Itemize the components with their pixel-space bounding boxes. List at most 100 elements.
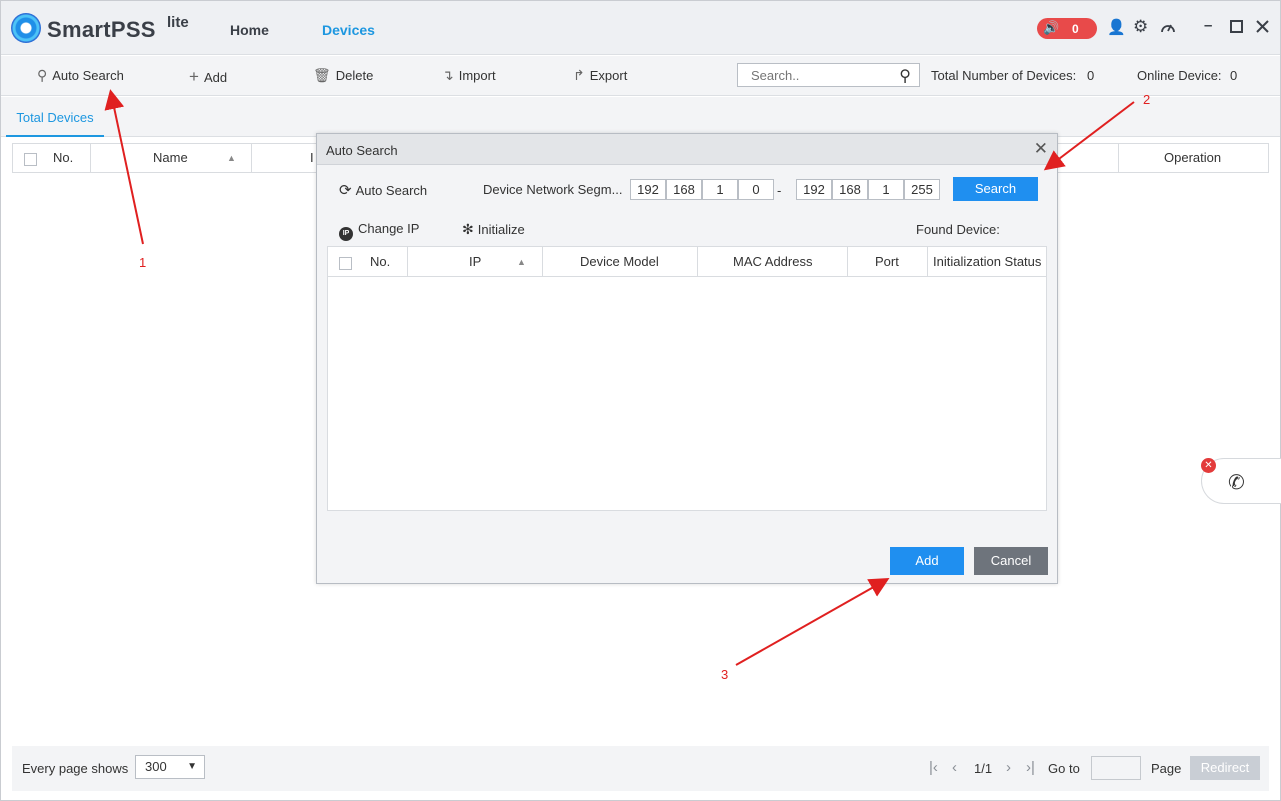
auto-search-button[interactable]: ⚲ Auto Search (37, 67, 124, 84)
found-sort-icon[interactable]: ▲ (517, 247, 526, 277)
tab-bar: Total Devices (1, 97, 1280, 137)
add-label: Add (203, 70, 228, 85)
minimize-icon[interactable]: – (1204, 18, 1212, 34)
redirect-button[interactable]: Redirect (1190, 756, 1260, 780)
found-column-mac[interactable]: MAC Address (733, 247, 812, 277)
first-page-icon[interactable]: |‹ (929, 759, 938, 776)
goto-page-input[interactable] (1091, 756, 1141, 780)
page-size-value: 300 (145, 759, 167, 774)
app-window: SmartPSS lite Home Devices 🔊 0 👤 ⚙ – ⚲ Au… (0, 0, 1281, 801)
start-ip-octet-1[interactable]: 192 (630, 179, 666, 200)
column-no[interactable]: No. (53, 144, 73, 172)
found-column-no[interactable]: No. (370, 247, 390, 277)
pagination-footer: Every page shows 300 ▼ |‹ ‹ 1/1 › ›| Go … (12, 746, 1269, 791)
alarm-badge[interactable]: 🔊 0 (1037, 18, 1097, 39)
search-button[interactable]: Search (953, 177, 1038, 201)
close-window-icon[interactable] (1256, 20, 1269, 37)
export-icon: ↱ (573, 67, 585, 83)
user-icon[interactable]: 👤 (1107, 20, 1126, 36)
close-widget-icon[interactable]: ✕ (1201, 458, 1216, 473)
ip-icon: IP (339, 227, 353, 241)
total-devices-value: 0 (1087, 68, 1095, 83)
import-icon: ↴ (442, 67, 454, 83)
auto-search-label: Auto Search (52, 68, 124, 83)
dialog-cancel-button[interactable]: Cancel (974, 547, 1048, 575)
export-label: Export (589, 68, 628, 83)
toolbar: ⚲ Auto Search + Add 🗑 Delete ↴ Import ↱ Expor… (1, 56, 1280, 96)
column-name[interactable]: Name (153, 144, 188, 172)
brand-edition: lite (167, 14, 189, 31)
page-size-select[interactable]: 300 ▼ (135, 755, 205, 779)
found-column-port[interactable]: Port (875, 247, 899, 277)
import-label: Import (458, 68, 496, 83)
search-icon: ⚲ (37, 67, 48, 83)
end-ip-octet-2[interactable]: 168 (832, 179, 868, 200)
sort-asc-icon[interactable]: ▲ (227, 144, 236, 172)
start-ip-octet-2[interactable]: 168 (666, 179, 702, 200)
column-operation: Operation (1164, 150, 1222, 165)
annotation-arrow-3 (735, 578, 890, 666)
next-page-icon[interactable]: › (1006, 759, 1011, 776)
add-button[interactable]: + Add (189, 67, 227, 87)
segment-label: Device Network Segm... (483, 182, 623, 197)
dropdown-arrow-icon: ▼ (187, 761, 197, 772)
change-ip-label: Change IP (358, 221, 420, 236)
online-devices-value: 0 (1230, 68, 1238, 83)
dialog-close-icon[interactable]: ✕ (1034, 139, 1048, 159)
device-search-box[interactable]: ⚲ (737, 63, 920, 87)
dialog-auto-search-button[interactable]: ⟳ Auto Search (339, 181, 427, 199)
title-bar: SmartPSS lite Home Devices 🔊 0 👤 ⚙ – (1, 1, 1280, 55)
page-label: Page (1151, 761, 1182, 776)
annotation-label-1: 1 (139, 255, 147, 270)
magnifier-icon[interactable]: ⚲ (899, 66, 911, 86)
end-ip-octet-4[interactable]: 255 (904, 179, 940, 200)
delete-button[interactable]: 🗑 Delete (313, 67, 373, 84)
dialog-title-bar: Auto Search ✕ (317, 134, 1057, 165)
found-device-label: Found Device: (916, 222, 1000, 237)
nav-devices[interactable]: Devices (322, 22, 375, 38)
last-page-icon[interactable]: ›| (1026, 759, 1035, 776)
alarm-count: 0 (1072, 22, 1079, 36)
delete-label: Delete (335, 68, 374, 83)
start-ip-octet-3[interactable]: 1 (702, 179, 738, 200)
prev-page-icon[interactable]: ‹ (952, 759, 957, 776)
auto-search-dialog: Auto Search ✕ ⟳ Auto Search Device Networ… (316, 133, 1058, 584)
import-button[interactable]: ↴ Import (442, 67, 496, 84)
export-button[interactable]: ↱ Export (573, 67, 627, 84)
call-widget[interactable]: ✕ ✆ (1201, 458, 1281, 504)
tab-total-devices[interactable]: Total Devices (6, 110, 104, 137)
total-devices-label: Total Number of Devices: (931, 68, 1077, 83)
speaker-icon: 🔊 (1043, 20, 1060, 35)
annotation-label-2: 2 (1143, 92, 1151, 107)
trash-icon: 🗑 (313, 67, 331, 83)
search-input[interactable] (738, 64, 888, 86)
end-ip-octet-3[interactable]: 1 (868, 179, 904, 200)
found-devices-table: No. IP ▲ Device Model MAC Address Port I… (327, 246, 1047, 511)
found-column-ip[interactable]: IP (469, 247, 481, 277)
page-indicator: 1/1 (974, 761, 993, 776)
end-ip-octet-1[interactable]: 192 (796, 179, 832, 200)
phone-icon[interactable]: ✆ (1228, 470, 1245, 495)
found-column-init-status[interactable]: Initialization Status (933, 247, 1041, 277)
found-select-all-checkbox[interactable] (339, 248, 352, 278)
ip-range-dash: - (777, 183, 782, 198)
speedometer-icon[interactable] (1160, 20, 1176, 38)
initialize-label: Initialize (477, 222, 525, 237)
dialog-auto-search-label: Auto Search (355, 183, 428, 198)
dialog-add-button[interactable]: Add (890, 547, 964, 575)
start-ip-octet-4[interactable]: 0 (738, 179, 774, 200)
nav-home[interactable]: Home (230, 22, 269, 38)
online-devices-label: Online Device: (1137, 68, 1222, 83)
plus-icon: + (189, 67, 199, 86)
refresh-icon: ⟳ (339, 182, 352, 199)
gear-icon[interactable]: ⚙ (1133, 18, 1148, 35)
column-ip[interactable]: I (310, 144, 314, 172)
maximize-icon[interactable] (1230, 20, 1243, 37)
found-devices-header: No. IP ▲ Device Model MAC Address Port I… (328, 247, 1046, 277)
change-ip-button[interactable]: IP Change IP (339, 221, 419, 241)
smartpss-logo-icon (11, 13, 41, 43)
found-column-model[interactable]: Device Model (580, 247, 659, 277)
select-all-checkbox[interactable] (24, 145, 37, 173)
initialize-button[interactable]: ✻ Initialize (462, 221, 525, 238)
brand-name: SmartPSS (47, 17, 156, 42)
